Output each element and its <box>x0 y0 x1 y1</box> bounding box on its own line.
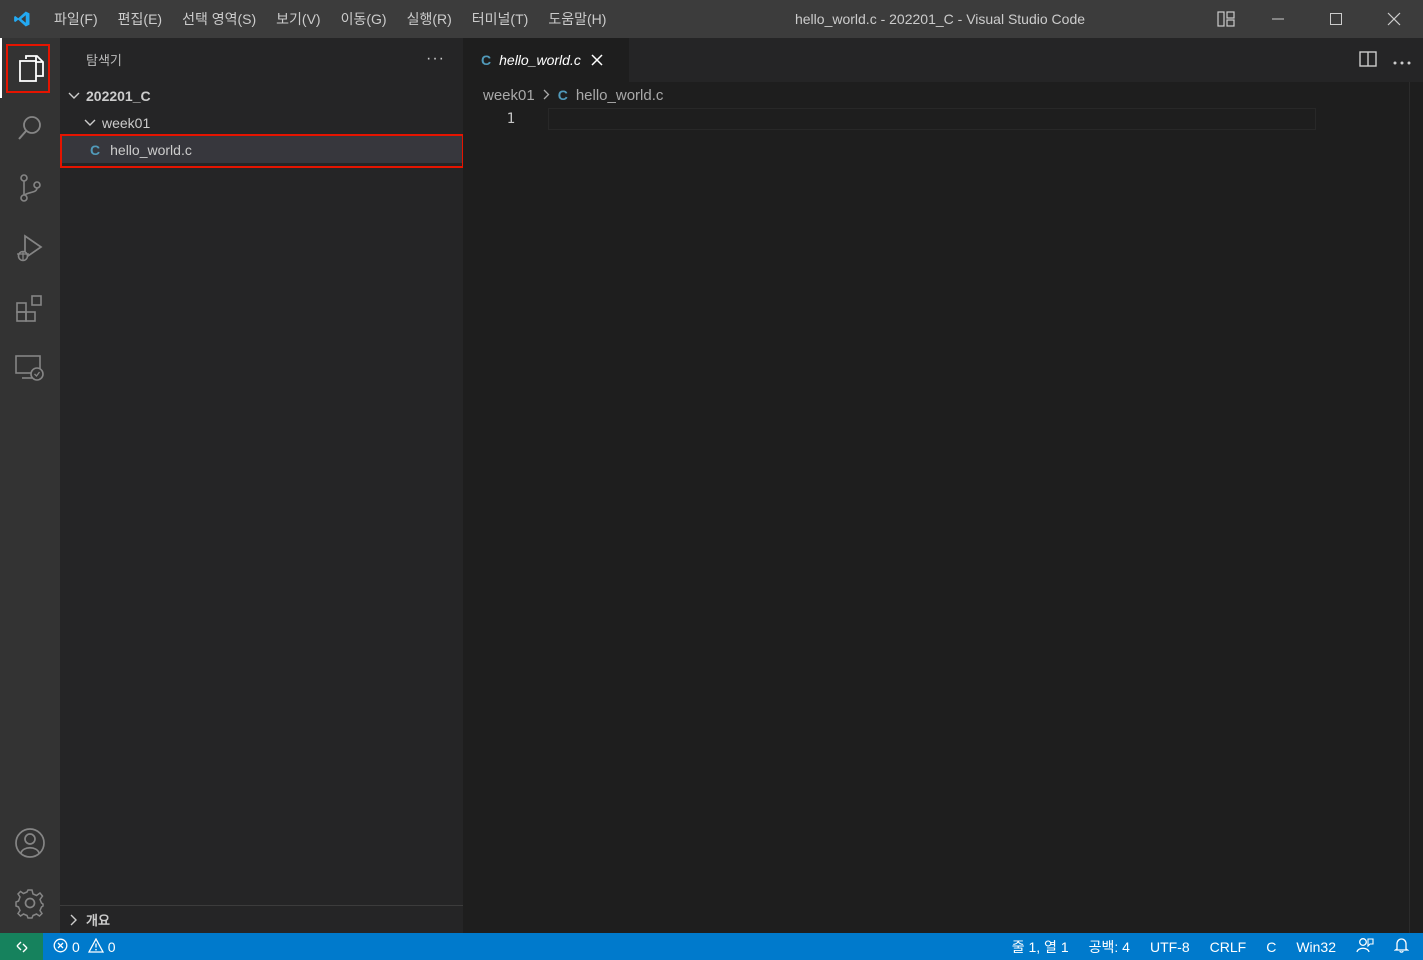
menu-help[interactable]: 도움말(H) <box>538 0 616 38</box>
menu-go[interactable]: 이동(G) <box>331 0 397 38</box>
chevron-down-icon <box>66 92 82 100</box>
search-icon[interactable] <box>0 98 60 158</box>
error-icon <box>53 938 68 956</box>
minimize-icon[interactable] <box>1249 0 1307 38</box>
source-control-icon[interactable] <box>0 158 60 218</box>
end-of-line[interactable]: CRLF <box>1210 939 1247 955</box>
editor-area: C hello_world.c week01 C hello_world.c 1 <box>463 38 1423 933</box>
customize-layout-icon[interactable] <box>1203 0 1249 38</box>
tree-folder-week01[interactable]: week01 <box>60 109 463 136</box>
tab-hello-world[interactable]: C hello_world.c <box>463 38 629 82</box>
split-editor-icon[interactable] <box>1359 50 1377 70</box>
indentation[interactable]: 공백: 4 <box>1089 937 1130 957</box>
breadcrumb-file[interactable]: hello_world.c <box>576 87 664 104</box>
menu-file[interactable]: 파일(F) <box>44 0 108 38</box>
extensions-icon[interactable] <box>0 278 60 338</box>
tree-file-hello-world[interactable]: C hello_world.c <box>60 136 463 163</box>
run-debug-icon[interactable] <box>0 218 60 278</box>
language-mode[interactable]: C <box>1266 939 1276 955</box>
close-tab-icon[interactable] <box>591 50 603 71</box>
line-number: 1 <box>506 111 515 127</box>
problems-indicator[interactable]: 0 0 <box>43 937 116 956</box>
tab-bar: C hello_world.c <box>463 38 1423 82</box>
platform[interactable]: Win32 <box>1296 939 1336 955</box>
code-line[interactable]: 1 <box>463 108 1423 130</box>
window-controls <box>1203 0 1423 38</box>
status-bar: 0 0 줄 1, 열 1 공백: 4 UTF-8 CRLF C Win32 <box>0 933 1423 960</box>
status-right: 줄 1, 열 1 공백: 4 UTF-8 CRLF C Win32 <box>1012 933 1410 960</box>
accounts-icon[interactable] <box>0 813 60 873</box>
error-count: 0 <box>72 938 80 955</box>
breadcrumb-folder[interactable]: week01 <box>483 87 535 104</box>
remote-explorer-icon[interactable] <box>0 338 60 398</box>
more-actions-icon[interactable]: ··· <box>426 50 445 68</box>
tab-actions <box>1359 38 1411 82</box>
tab-label: hello_world.c <box>499 52 581 68</box>
c-file-icon: C <box>481 52 492 68</box>
explorer-icon[interactable] <box>0 38 60 98</box>
notifications-bell-icon[interactable] <box>1393 937 1410 956</box>
menu-bar: 파일(F) 편집(E) 선택 영역(S) 보기(V) 이동(G) 실행(R) 터… <box>44 0 616 38</box>
menu-run[interactable]: 실행(R) <box>397 0 462 38</box>
title-bar: 파일(F) 편집(E) 선택 영역(S) 보기(V) 이동(G) 실행(R) 터… <box>0 0 1423 38</box>
menu-selection[interactable]: 선택 영역(S) <box>172 0 266 38</box>
feedback-icon[interactable] <box>1356 937 1374 956</box>
menu-terminal[interactable]: 터미널(T) <box>462 0 539 38</box>
breadcrumb: week01 C hello_world.c <box>463 82 1423 108</box>
file-label: hello_world.c <box>110 141 192 158</box>
close-window-icon[interactable] <box>1365 0 1423 38</box>
subfolder-label: week01 <box>102 114 151 131</box>
more-actions-icon[interactable] <box>1393 53 1411 68</box>
warning-icon <box>87 937 104 956</box>
chevron-down-icon <box>82 119 98 127</box>
editor-scrollbar[interactable] <box>1409 82 1423 933</box>
sidebar-title: 탐색기 <box>86 52 122 68</box>
sidebar-header: 탐색기 ··· <box>60 38 463 80</box>
menu-edit[interactable]: 편집(E) <box>108 0 172 38</box>
outline-section[interactable]: 개요 <box>60 905 463 933</box>
warning-count: 0 <box>107 938 116 955</box>
c-file-icon: C <box>90 141 101 158</box>
current-line-highlight <box>548 108 1316 130</box>
activity-bar <box>0 38 60 933</box>
cursor-position[interactable]: 줄 1, 열 1 <box>1012 937 1069 957</box>
vscode-logo-icon <box>0 0 44 38</box>
chevron-right-icon <box>543 87 550 104</box>
outline-label: 개요 <box>86 913 110 928</box>
manage-gear-icon[interactable] <box>0 873 60 933</box>
menu-view[interactable]: 보기(V) <box>266 0 330 38</box>
maximize-icon[interactable] <box>1307 0 1365 38</box>
chevron-right-icon <box>66 914 82 926</box>
remote-indicator-icon[interactable] <box>0 933 43 960</box>
encoding[interactable]: UTF-8 <box>1150 939 1190 955</box>
root-folder-label: 202201_C <box>86 87 151 104</box>
explorer-sidebar: 탐색기 ··· 202201_C week01 C hello_world.c … <box>60 38 463 933</box>
tree-folder-root[interactable]: 202201_C <box>60 82 463 109</box>
c-file-icon: C <box>557 87 568 103</box>
